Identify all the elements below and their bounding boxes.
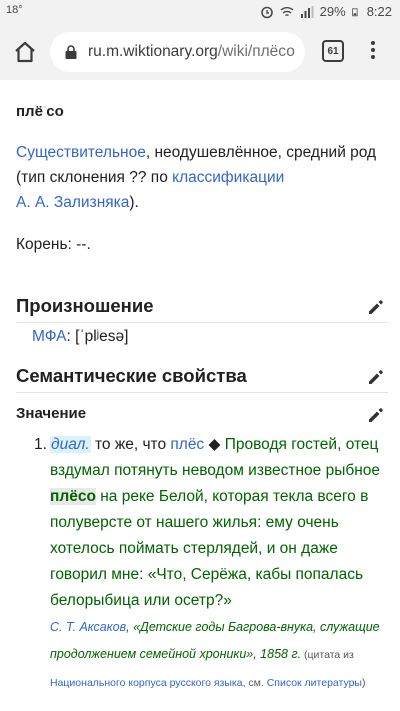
address-bar[interactable]: ru.m.wiktionary.org/wiki/плёсо	[50, 32, 305, 72]
ples-link[interactable]: плёс	[170, 436, 204, 453]
tab-count: 61	[327, 45, 339, 57]
morphology-end: ).	[129, 194, 139, 211]
wifi-icon	[280, 6, 294, 16]
tab-switcher-button[interactable]: 61	[322, 40, 344, 62]
edit-meaning-icon[interactable]	[366, 405, 386, 425]
zaliznyak-link[interactable]: А. А. Зализняка	[16, 194, 129, 211]
edit-pronunciation-icon[interactable]	[366, 297, 386, 317]
dialect-label-link[interactable]: диал.	[50, 436, 91, 453]
temperature-indicator: 18°	[6, 4, 23, 16]
root-line: Корень: --.	[16, 236, 91, 254]
headword-part: со	[46, 103, 64, 120]
url-text: ru.m.wiktionary.org/wiki/плёсо	[88, 43, 295, 61]
morphology-text: Существительное, неодушевлённое, средний…	[16, 140, 388, 215]
diamond-icon: ◆	[204, 436, 225, 453]
battery-icon	[351, 7, 358, 16]
ipa-value: : [ˈplʲesə]	[66, 328, 129, 345]
note-text: , см.	[242, 677, 267, 689]
edit-semantic-icon[interactable]	[366, 367, 386, 387]
home-icon[interactable]	[10, 37, 40, 67]
overflow-menu-icon[interactable]	[365, 38, 381, 66]
definition-number: 1.	[34, 436, 47, 453]
clock: 8:22	[366, 4, 392, 19]
ipa-link[interactable]: МФА	[32, 328, 67, 345]
classification-link[interactable]: классификации	[172, 169, 284, 186]
alarm-icon	[260, 6, 273, 18]
quote-source: С. Т. Аксаков, «Детские годы Багрова-вну…	[50, 614, 388, 697]
signal-icon	[300, 5, 314, 18]
pronunciation-heading: Произношение	[16, 295, 154, 316]
lock-icon	[65, 45, 77, 59]
definition-item: 1. диал. то же, что плёс ◆ Проводя госте…	[34, 432, 388, 697]
note-text: )	[361, 677, 366, 689]
quote-text: на реке Белой, которая текла всего в пол…	[50, 488, 369, 609]
semantic-heading: Семантические свойства	[16, 365, 247, 386]
section-divider	[16, 322, 388, 323]
url-host: ru.m.wiktionary.org	[88, 43, 218, 60]
headword: плё-со	[16, 102, 64, 120]
noun-link[interactable]: Существительное	[16, 144, 146, 161]
literature-link[interactable]: Список литературы	[267, 677, 362, 689]
same-as-text: то же, что	[90, 436, 171, 453]
author-link[interactable]: С. Т. Аксаков	[50, 620, 126, 634]
root-label: Корень:	[16, 236, 77, 253]
status-icons: 29% 8:22	[260, 4, 392, 19]
example-quote: Проводя гостей, отец вздумал потянуть не…	[50, 436, 380, 609]
url-path: /wiki/плёсо	[217, 43, 295, 60]
meaning-heading: Значение	[16, 405, 87, 422]
definition-body: диал. то же, что плёс ◆ Проводя гостей, …	[50, 432, 388, 697]
status-bar: 18° 29% 8:22	[0, 0, 400, 24]
headword-part: плё	[16, 103, 43, 120]
section-divider	[16, 392, 388, 393]
battery-percent: 29%	[319, 4, 346, 19]
ipa-line: МФА: [ˈplʲesə]	[32, 328, 128, 346]
root-value: --.	[76, 236, 91, 253]
corpus-link[interactable]: Национального корпуса русского языка	[50, 677, 243, 689]
browser-toolbar: ru.m.wiktionary.org/wiki/плёсо 61	[0, 24, 400, 80]
quote-highlight: плёсо	[50, 488, 96, 505]
note-text: (цитата из	[301, 649, 354, 661]
